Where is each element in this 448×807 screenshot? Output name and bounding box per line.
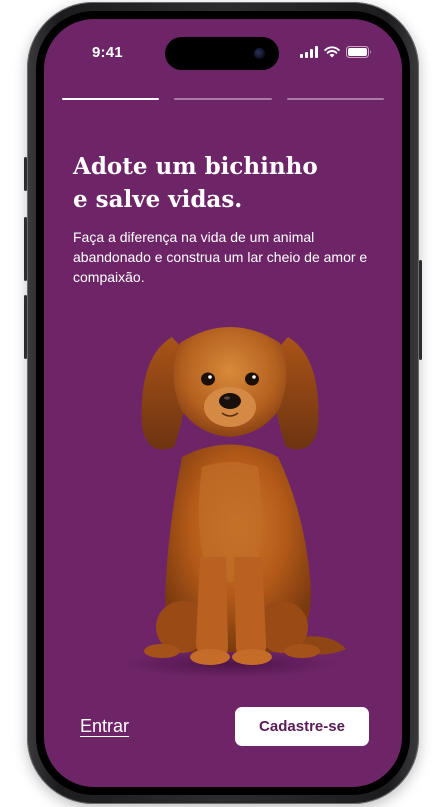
cellular-signal-icon [300,46,318,58]
title-line-1: Adote um bichinho [73,153,318,180]
status-time: 9:41 [92,44,123,61]
signup-button[interactable]: Cadastre-se [235,707,369,746]
wifi-icon [324,46,340,58]
front-camera [254,48,265,59]
onboarding-description: Faça a diferença na vida de um animal ab… [73,229,368,285]
volume-down-button [24,295,27,359]
power-button [419,260,422,360]
onboarding-title: Adote um bichinho e salve vidas. [73,150,373,216]
dynamic-island [165,37,279,70]
progress-step-1 [62,98,160,100]
status-icons [300,46,372,58]
phone-bezel: 9:41 Adote um bichinho e salve vidas. Fa… [36,11,410,795]
app-screen: 9:41 Adote um bichinho e salve vidas. Fa… [44,19,402,787]
dog-illustration [120,327,346,678]
battery-icon [346,46,371,58]
title-line-2: e salve vidas. [73,186,243,213]
action-button [24,157,27,191]
login-link[interactable]: Entrar [80,716,129,737]
onboarding-progress [62,98,384,100]
volume-up-button [24,217,27,281]
progress-step-2 [174,98,272,100]
progress-step-3 [286,98,384,100]
phone-frame: 9:41 Adote um bichinho e salve vidas. Fa… [24,2,422,804]
